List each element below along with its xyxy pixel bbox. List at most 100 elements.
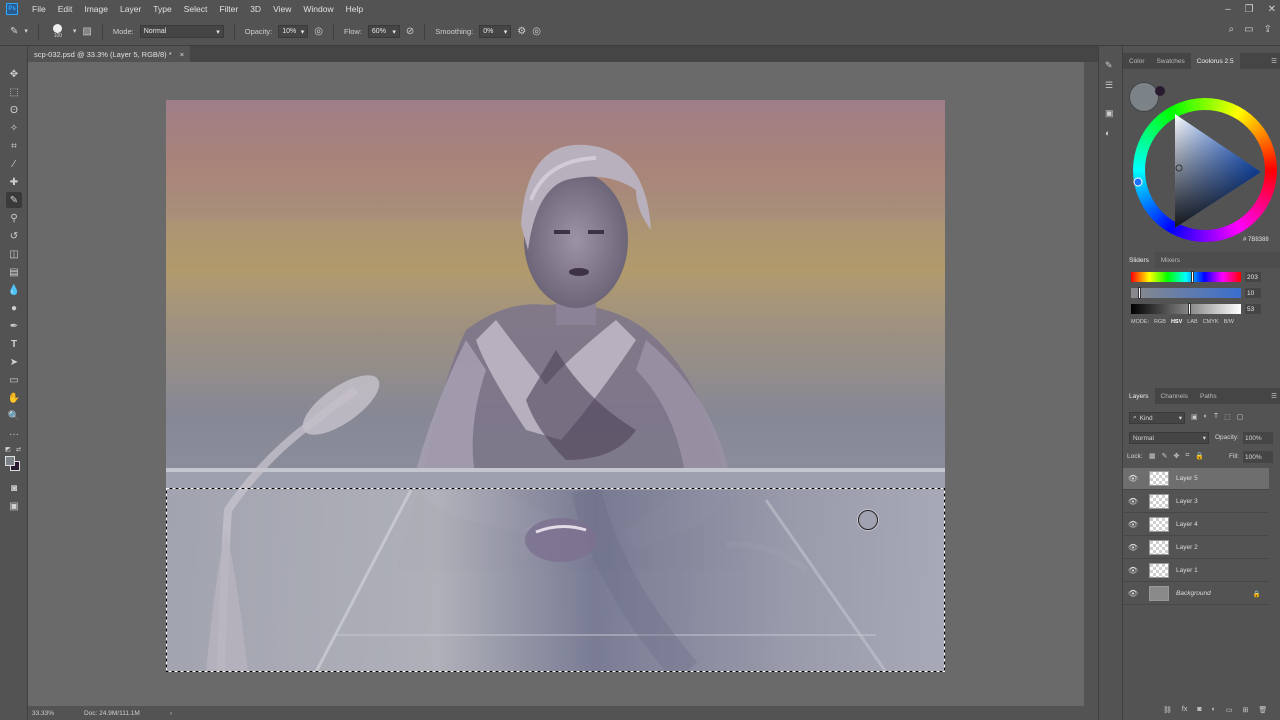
hand-tool-icon[interactable]: ✋ [6, 390, 22, 406]
layer-row[interactable]: 👁 Layer 1 [1123, 560, 1269, 582]
blend-mode-select[interactable]: Normal ▾ [1129, 432, 1209, 444]
hex-value[interactable]: # 7B8388 [1243, 237, 1269, 243]
pressure-opacity-icon[interactable]: ◎ [314, 26, 323, 37]
search-icon[interactable]: ⌕ [1229, 25, 1235, 35]
shape-tool-icon[interactable]: ▭ [6, 372, 22, 388]
shape-filter-icon[interactable]: ⬚ [1224, 413, 1231, 421]
brush-settings-panel-icon[interactable]: ☰ [1105, 80, 1113, 91]
tab-paths[interactable]: Paths [1194, 388, 1223, 404]
menu-view[interactable]: View [267, 4, 297, 14]
layer-row[interactable]: 👁 Layer 4 [1123, 514, 1269, 536]
marquee-tool-icon[interactable]: ⬚ [6, 84, 22, 100]
menu-image[interactable]: Image [78, 4, 114, 14]
move-tool-icon[interactable]: ✥ [6, 66, 22, 82]
layer-opacity-field[interactable]: 100% [1243, 432, 1273, 444]
eye-icon[interactable]: 👁 [1127, 520, 1139, 529]
layer-filter-kind[interactable]: ⌕ Kind ▾ [1129, 412, 1185, 424]
lock-all-icon[interactable]: 🔒 [1195, 452, 1204, 460]
group-icon[interactable]: ▭ [1226, 706, 1233, 714]
eye-icon[interactable]: 👁 [1127, 566, 1139, 575]
menu-window[interactable]: Window [297, 4, 339, 14]
tool-preset-arrow-icon[interactable]: ▾ [24, 27, 28, 37]
adjustment-layer-icon[interactable]: ◐ [1212, 706, 1216, 714]
adjustments-panel-icon[interactable]: ◐ [1105, 128, 1110, 138]
fx-icon[interactable]: fx [1182, 706, 1187, 714]
pen-tool-icon[interactable]: ✒ [6, 318, 22, 334]
add-mask-icon[interactable]: ◙ [1197, 706, 1201, 714]
clone-stamp-tool-icon[interactable]: ⚲ [6, 210, 22, 226]
chevron-down-icon[interactable]: ▾ [73, 27, 77, 37]
menu-select[interactable]: Select [178, 4, 214, 14]
tab-color[interactable]: Color [1123, 53, 1151, 69]
tab-layers[interactable]: Layers [1123, 388, 1155, 404]
quick-mask-icon[interactable]: ◙ [6, 480, 22, 496]
screen-mode-icon[interactable]: ▣ [6, 498, 22, 514]
close-window-icon[interactable]: ✕ [1268, 4, 1276, 15]
properties-panel-icon[interactable]: ▣ [1105, 108, 1114, 119]
type-filter-icon[interactable]: T [1214, 413, 1218, 421]
secondary-color-swatch[interactable] [1155, 86, 1165, 96]
brightness-slider[interactable] [1131, 303, 1241, 315]
brush-tool-icon[interactable]: ✎ [10, 26, 18, 37]
document-tab[interactable]: scp-032.psd @ 33.3% (Layer 5, RGB/8) * × [28, 46, 191, 62]
magic-wand-tool-icon[interactable]: ✧ [6, 120, 22, 136]
swap-colors-icon[interactable]: ⇄ [16, 446, 21, 453]
mode-bw[interactable]: B/W [1224, 319, 1234, 325]
mode-hsv[interactable]: HSV [1171, 319, 1182, 325]
tab-channels[interactable]: Channels [1155, 388, 1194, 404]
saturation-slider-thumb[interactable] [1138, 287, 1141, 299]
hue-slider-thumb[interactable] [1191, 271, 1194, 283]
mode-rgb[interactable]: RGB [1154, 319, 1166, 325]
layer-row[interactable]: 👁 Background 🔒 [1123, 583, 1269, 605]
menu-file[interactable]: File [26, 4, 52, 14]
crop-tool-icon[interactable]: ⌗ [6, 138, 22, 154]
zoom-tool-icon[interactable]: 🔍 [6, 408, 22, 424]
lock-transparency-icon[interactable]: ▦ [1149, 452, 1156, 460]
menu-help[interactable]: Help [340, 4, 369, 14]
hue-value[interactable]: 203 [1245, 272, 1261, 282]
mode-cmyk[interactable]: CMYK [1203, 319, 1219, 325]
brush-tool-icon[interactable]: ✎ [6, 192, 22, 208]
dodge-tool-icon[interactable]: ● [6, 300, 22, 316]
workspace-icon[interactable]: ▭ [1244, 25, 1253, 35]
tab-mixers[interactable]: Mixers [1155, 252, 1186, 268]
color-swatches[interactable]: ◩ ⇄ [4, 444, 24, 472]
blur-tool-icon[interactable]: 💧 [6, 282, 22, 298]
zoom-level[interactable]: 33.33% [32, 710, 54, 717]
tab-sliders[interactable]: Sliders [1123, 252, 1155, 268]
panel-menu-icon[interactable]: ☰ [1271, 57, 1277, 65]
eraser-tool-icon[interactable]: ◫ [6, 246, 22, 262]
color-wheel[interactable] [1131, 96, 1279, 246]
tab-swatches[interactable]: Swatches [1151, 53, 1191, 69]
lock-position-icon[interactable]: ✥ [1174, 452, 1180, 460]
gear-icon[interactable]: ⚙ [517, 26, 526, 37]
panel-menu-icon[interactable]: ☰ [1271, 392, 1277, 400]
saturation-value[interactable]: 10 [1245, 288, 1261, 298]
lock-pixels-icon[interactable]: ✎ [1162, 452, 1168, 460]
history-brush-tool-icon[interactable]: ↺ [6, 228, 22, 244]
menu-layer[interactable]: Layer [114, 4, 147, 14]
fill-field[interactable]: 100% [1243, 451, 1273, 463]
menu-filter[interactable]: Filter [213, 4, 244, 14]
saturation-triangle[interactable] [1131, 96, 1279, 244]
status-menu-arrow[interactable]: › [170, 710, 172, 717]
lock-artboard-icon[interactable]: ⌗ [1185, 452, 1189, 460]
opacity-field[interactable]: 10% ▾ [278, 25, 309, 38]
mode-lab[interactable]: LAB [1187, 319, 1197, 325]
share-icon[interactable]: ⇪ [1264, 25, 1272, 35]
delete-layer-icon[interactable]: 🗑 [1258, 706, 1267, 714]
eye-icon[interactable]: 👁 [1127, 543, 1139, 552]
saturation-slider[interactable] [1131, 287, 1241, 299]
smart-object-filter-icon[interactable]: ▢ [1237, 413, 1244, 421]
document-canvas[interactable] [166, 100, 945, 672]
brush-settings-icon[interactable]: ▨ [82, 26, 91, 37]
path-selection-tool-icon[interactable]: ➤ [6, 354, 22, 370]
healing-brush-tool-icon[interactable]: ✚ [6, 174, 22, 190]
more-tools-icon[interactable]: ··· [6, 426, 22, 442]
restore-icon[interactable]: ❐ [1245, 4, 1254, 15]
brightness-value[interactable]: 53 [1245, 304, 1261, 314]
layer-row[interactable]: 👁 Layer 5 [1123, 468, 1269, 490]
eye-icon[interactable]: 👁 [1127, 474, 1139, 483]
eye-icon[interactable]: 👁 [1127, 497, 1139, 506]
pressure-size-icon[interactable]: ◎ [532, 26, 541, 37]
